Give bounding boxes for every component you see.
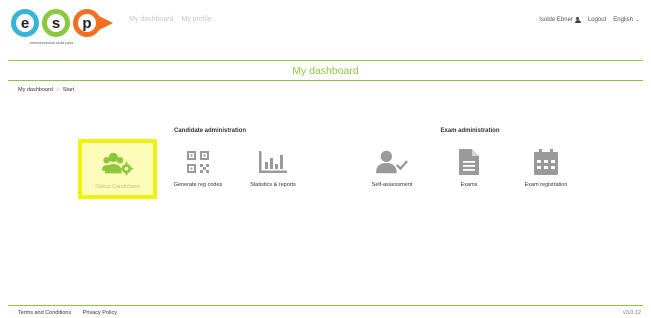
users-gear-icon <box>101 149 134 179</box>
breadcrumb-separator-icon: › <box>56 87 59 93</box>
user-icon <box>574 16 581 23</box>
terms-link[interactable]: Terms and Conditions <box>18 310 71 316</box>
user-bar: Isolde Ebner Logout English ⌄ <box>532 16 640 23</box>
document-icon <box>453 147 485 177</box>
footer-divider <box>8 305 643 306</box>
language-select[interactable]: English <box>613 17 633 23</box>
esp-logo[interactable]: e s p entrepreneurial skills pass <box>11 9 113 49</box>
user-check-icon <box>376 147 408 177</box>
nav-my-dashboard[interactable]: My dashboard <box>129 16 173 23</box>
tile-generate-reg-codes[interactable]: Generate reg codes <box>159 141 237 197</box>
tile-exams[interactable]: Exams <box>430 141 508 197</box>
header: e s p entrepreneurial skills pass My das… <box>0 0 651 56</box>
logout-link[interactable]: Logout <box>588 17 606 23</box>
top-nav: My dashboard My profile <box>129 16 218 23</box>
chevron-down-icon[interactable]: ⌄ <box>635 16 640 23</box>
tile-status-candidates[interactable]: Status Candidates <box>78 139 157 199</box>
user-name[interactable]: Isolde Ebner <box>539 17 573 23</box>
tile-statistics-reports[interactable]: Statistics & reports <box>234 141 312 197</box>
logo-p-arrow: p <box>73 9 117 37</box>
tile-label: Exams <box>460 182 478 188</box>
tile-label: Generate reg codes <box>173 182 223 188</box>
privacy-link[interactable]: Privacy Policy <box>83 310 117 316</box>
tile-label: Exam registration <box>524 182 568 188</box>
nav-my-profile[interactable]: My profile <box>181 16 211 23</box>
qr-code-icon <box>182 147 214 177</box>
exam-admin-heading: Exam administration <box>440 128 500 134</box>
breadcrumb-dashboard[interactable]: My dashboard <box>18 87 53 93</box>
page-title: My dashboard <box>292 64 359 77</box>
bar-chart-icon <box>257 147 289 177</box>
calendar-icon <box>530 147 562 177</box>
tile-label: Statistics & reports <box>250 182 296 188</box>
logo-tagline: entrepreneurial skills pass <box>30 41 74 45</box>
candidate-admin-heading: Candidate administration <box>173 128 246 134</box>
footer: Terms and Conditions Privacy Policy <box>18 310 127 316</box>
tile-exam-registration[interactable]: Exam registration <box>507 141 585 197</box>
logo-letter-s: s <box>42 9 70 37</box>
logo-letter-p: p <box>73 9 101 37</box>
breadcrumb: My dashboard › Start <box>18 87 74 93</box>
breadcrumb-start: Start <box>62 87 75 93</box>
tile-self-assessment[interactable]: Self-assessment <box>353 141 431 197</box>
logo-letter-e: e <box>11 9 39 37</box>
tile-label: Status Candidates <box>95 184 140 190</box>
version-label: v3.0.12 <box>622 310 641 316</box>
tile-label: Self-assessment <box>371 182 413 188</box>
page-title-bar: My dashboard <box>8 60 643 81</box>
